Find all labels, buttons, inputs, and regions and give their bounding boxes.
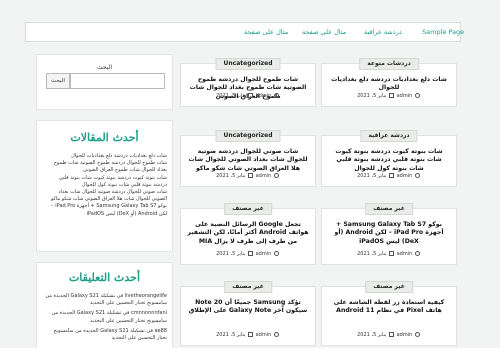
post-author[interactable]: admin (397, 251, 413, 257)
calendar-icon (248, 251, 254, 256)
post-category-badge[interactable]: غير مصنف (365, 203, 413, 215)
post-category-badge[interactable]: دردشات متوعة (359, 58, 419, 70)
recent-post-link[interactable]: شات بنوتة كيوت دردشة بنوتة كيوت شات بنوت… (45, 175, 167, 189)
user-icon (273, 93, 279, 98)
post-title[interactable]: شات بنوتة كيوت دردشة بنوتة كيوت شات بنوت… (328, 148, 450, 173)
post-meta: 2021 ،يناير 5 admin (322, 93, 456, 99)
post-date: 2021 ،يناير 5 (357, 332, 387, 338)
recent-comment-item[interactable]: ae88 في تشكيلة Galaxy S21 الجديدة من سام… (45, 328, 167, 342)
recent-post-link[interactable]: شات دلع بغداديات دردشة دلع بغداديات للجو… (45, 153, 167, 160)
post-card[interactable]: Uncategorized شات طموح للجوال دردشة طموح… (180, 58, 316, 107)
calendar-icon (389, 332, 395, 337)
user-icon (273, 173, 279, 178)
post-card[interactable]: غير مصنف كيفية استعادة زر لقطة الشاشة عل… (321, 281, 457, 346)
search-label: البحث (96, 64, 113, 71)
post-card[interactable]: دردشة عراقية شات بنوتة كيوت دردشة بنوتة … (321, 130, 457, 187)
post-meta: 2021 ،يناير 5 admin (322, 251, 456, 257)
post-meta: 2021 ،يناير 5 admin (181, 332, 315, 338)
user-icon (414, 173, 420, 178)
post-card[interactable]: غير مصنف بوكو Samsung Galaxy Tab S7 + أج… (321, 203, 457, 265)
post-title[interactable]: تؤكد Samsung جميعًا أن Note 20 سيكون آخر… (187, 299, 309, 316)
calendar-icon (248, 173, 254, 178)
post-date: 2021 ،يناير 5 (357, 93, 387, 99)
recent-comment-item[interactable]: livetheorangelife في تشكيلة Galaxy S21 ا… (45, 293, 167, 307)
recent-comments-title: أحدث التعليقات (68, 271, 141, 284)
post-date: 2021 ،يناير 5 (357, 251, 387, 257)
post-author[interactable]: admin (256, 332, 272, 338)
calendar-icon (389, 251, 395, 256)
post-author[interactable]: admin (397, 332, 413, 338)
main-navigation: Sample Page دردشة عراقية مثال على صفحة م… (25, 22, 464, 42)
post-title[interactable]: شات صوتي للجوال دردشة صوتية للجوال شات ب… (187, 148, 309, 173)
recent-comments-widget: أحدث التعليقات livetheorangelife في تشكي… (36, 262, 173, 348)
post-author[interactable]: admin (256, 173, 272, 179)
post-meta: 2021 ،يناير 5 admin (322, 173, 456, 179)
user-icon (414, 93, 420, 98)
top-bar (0, 0, 500, 8)
calendar-icon (248, 332, 254, 337)
search-input[interactable] (70, 73, 165, 89)
calendar-icon (389, 93, 395, 98)
post-date: 2021 ،يناير 5 (357, 173, 387, 179)
post-date: 2021 ،يناير 5 (216, 173, 246, 179)
post-date: 2021 ،يناير 5 (216, 93, 246, 99)
post-category-badge[interactable]: دردشة عراقية (360, 130, 418, 142)
post-date: 2021 ،يناير 5 (216, 332, 246, 338)
post-card[interactable]: Uncategorized شات صوتي للجوال دردشة صوتي… (180, 130, 316, 187)
user-icon (273, 251, 279, 256)
recent-comment-item[interactable]: cmnnnnnnfani في تشكيلة Galaxy S21 الجديد… (45, 310, 167, 324)
user-icon (273, 332, 279, 337)
post-title[interactable]: شات دلع بغداديات دردشة دلع بغداديات للجو… (328, 76, 450, 93)
recent-posts-title: أحدث المقالات (70, 131, 139, 144)
post-meta: 2021 ،يناير 5 admin (181, 251, 315, 257)
post-date: 2021 ،يناير 5 (216, 251, 246, 257)
nav-item-iraqi-chat[interactable]: دردشة عراقية (364, 28, 402, 36)
post-card[interactable]: غير مصنف تجعل Google الرسائل النصية على … (180, 203, 316, 265)
nav-item-sample-page-2[interactable]: مثال على صفحة (302, 28, 346, 36)
calendar-icon (389, 173, 395, 178)
recent-posts-list: شات دلع بغداديات دردشة دلع بغداديات للجو… (45, 153, 167, 218)
recent-post-link[interactable]: بوكو Samsung Galaxy Tab S7 + أجهزة iPad … (45, 203, 167, 217)
post-meta: 2021 ،يناير 5 admin (181, 173, 315, 179)
user-icon (414, 332, 420, 337)
post-category-badge[interactable]: غير مصنف (224, 203, 272, 215)
recent-posts-widget: أحدث المقالات شات دلع بغداديات دردشة دلع… (36, 120, 173, 252)
post-author[interactable]: admin (397, 93, 413, 99)
post-card[interactable]: غير مصنف تؤكد Samsung جميعًا أن Note 20 … (180, 281, 316, 346)
post-category-badge[interactable]: Uncategorized (215, 130, 281, 142)
post-card[interactable]: دردشات متوعة شات دلع بغداديات دردشة دلع … (321, 58, 457, 107)
post-title[interactable]: تجعل Google الرسائل النصية على هواتف And… (187, 221, 309, 246)
post-category-badge[interactable]: غير مصنف (224, 281, 272, 293)
calendar-icon (248, 93, 254, 98)
recent-post-link[interactable]: شات طموح للجوال دردشة طموح الصوتية شات ط… (45, 160, 167, 174)
post-category-badge[interactable]: غير مصنف (365, 281, 413, 293)
post-author[interactable]: admin (256, 93, 272, 99)
post-author[interactable]: admin (256, 251, 272, 257)
user-icon (414, 251, 420, 256)
nav-item-sample-page[interactable]: Sample Page (422, 28, 464, 36)
post-category-badge[interactable]: Uncategorized (215, 58, 281, 70)
post-title[interactable]: بوكو Samsung Galaxy Tab S7 + أجهزة iPad … (328, 221, 450, 246)
post-title[interactable]: كيفية استعادة زر لقطة الشاشة على هاتف Pi… (328, 299, 450, 316)
post-author[interactable]: admin (397, 173, 413, 179)
post-meta: 2021 ،يناير 5 admin (181, 93, 315, 99)
post-meta: 2021 ،يناير 5 admin (322, 332, 456, 338)
recent-comments-list: livetheorangelife في تشكيلة Galaxy S21 ا… (45, 293, 167, 342)
recent-post-link[interactable]: شات صوتي للجوال دردشة صوتية للجوال شات ب… (45, 189, 167, 203)
nav-item-sample-page-3[interactable]: مثال على صفحة (244, 28, 288, 36)
search-button[interactable]: البحث (46, 73, 70, 89)
